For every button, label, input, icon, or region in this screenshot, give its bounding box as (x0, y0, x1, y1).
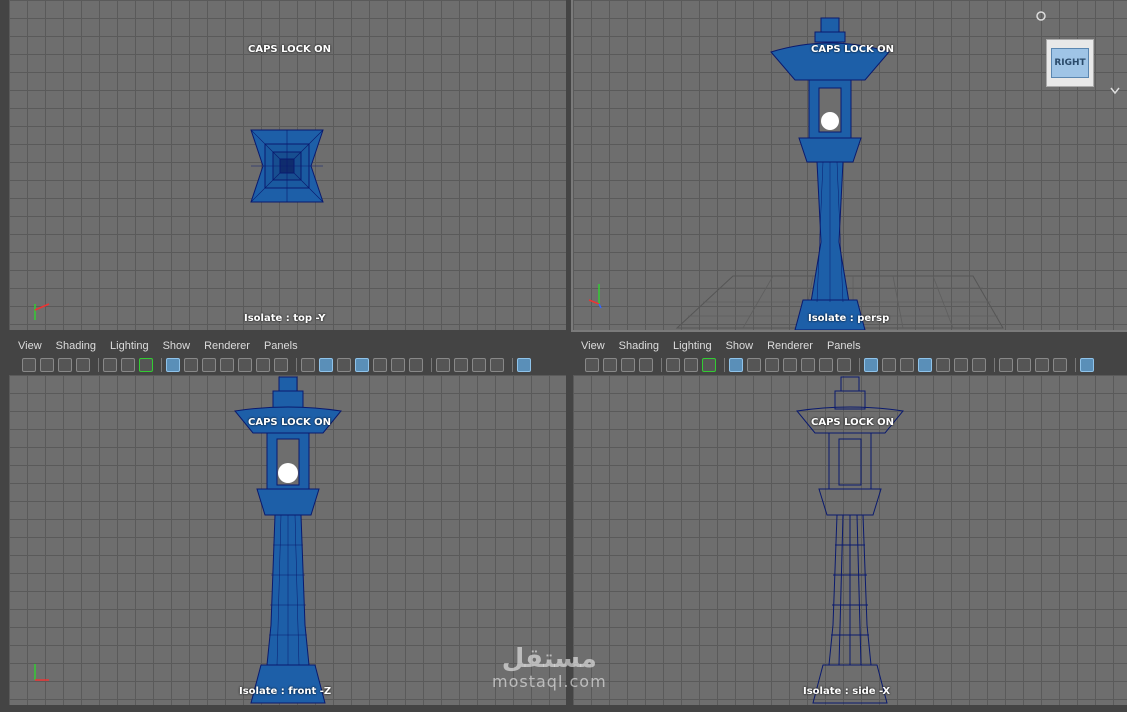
viewport-side[interactable]: CAPS LOCK ON Isolate : side -X (573, 375, 1127, 705)
default-material-icon[interactable] (337, 358, 351, 372)
caps-lock-indicator: CAPS LOCK ON (811, 44, 895, 55)
menu-view[interactable]: View (18, 340, 42, 352)
viewport-persp[interactable]: CAPS LOCK ON Isolate : persp (571, 0, 1127, 332)
camera-attributes-icon[interactable] (58, 358, 72, 372)
axis-gizmo (34, 303, 50, 320)
wireframe-on-shaded-icon[interactable] (918, 358, 932, 372)
textured-icon[interactable] (936, 358, 950, 372)
field-chart-icon[interactable] (238, 358, 252, 372)
camera-lock-icon[interactable] (603, 358, 617, 372)
menu-lighting[interactable]: Lighting (110, 340, 149, 352)
view-cube-face: RIGHT (1051, 48, 1089, 78)
caps-lock-indicator: CAPS LOCK ON (248, 417, 332, 428)
film-gate-icon[interactable] (747, 358, 761, 372)
menu-renderer[interactable]: Renderer (767, 340, 813, 352)
grease-pencil-icon[interactable] (702, 358, 716, 372)
menu-show[interactable]: Show (163, 340, 191, 352)
safe-action-icon[interactable] (256, 358, 270, 372)
panel-menu-bar: View Shading Lighting Show Renderer Pane… (18, 336, 566, 356)
watermark: مستقل mostaql.com (492, 645, 607, 691)
camera-attributes-icon[interactable] (621, 358, 635, 372)
isolate-label: Isolate : side -X (803, 686, 891, 697)
caps-lock-indicator: CAPS LOCK ON (811, 417, 895, 428)
watermark-latin: mostaql.com (492, 672, 607, 691)
safe-title-icon[interactable] (837, 358, 851, 372)
panel-menu-bar: View Shading Lighting Show Renderer Pane… (581, 336, 1127, 356)
panel-toolbar (22, 356, 566, 374)
camera-icon[interactable] (22, 358, 36, 372)
camera-lock-icon[interactable] (40, 358, 54, 372)
watermark-arabic: مستقل (501, 644, 597, 674)
resolution-gate-icon[interactable] (202, 358, 216, 372)
caps-lock-indicator: CAPS LOCK ON (248, 44, 332, 55)
isolate-select-icon[interactable] (1080, 358, 1094, 372)
isolate-label: Isolate : top -Y (244, 313, 326, 324)
isolate-label: Isolate : front -Z (239, 686, 332, 697)
resolution-gate-icon[interactable] (765, 358, 779, 372)
menu-panels[interactable]: Panels (827, 340, 861, 352)
bookmark-icon[interactable] (76, 358, 90, 372)
image-plane-icon[interactable] (666, 358, 680, 372)
gate-mask-icon[interactable] (220, 358, 234, 372)
wireframe-icon[interactable] (301, 358, 315, 372)
grid-icon[interactable] (729, 358, 743, 372)
two-d-pan-icon[interactable] (684, 358, 698, 372)
anti-aliasing-icon[interactable] (1035, 358, 1049, 372)
menu-renderer[interactable]: Renderer (204, 340, 250, 352)
motion-blur-icon[interactable] (454, 358, 468, 372)
isolate-label: Isolate : persp (808, 313, 890, 324)
grid-icon[interactable] (166, 358, 180, 372)
home-icon[interactable] (1035, 10, 1047, 22)
smooth-shade-icon[interactable] (882, 358, 896, 372)
menu-lighting[interactable]: Lighting (673, 340, 712, 352)
viewport-front[interactable]: CAPS LOCK ON Isolate : front -Z (9, 375, 566, 705)
menu-shading[interactable]: Shading (56, 340, 96, 352)
depth-of-field-icon[interactable] (490, 358, 504, 372)
grease-pencil-icon[interactable] (139, 358, 153, 372)
viewport-top[interactable]: CAPS LOCK ON Isolate : top -Y (9, 0, 566, 330)
view-cube[interactable]: RIGHT (1046, 39, 1094, 87)
camera-icon[interactable] (585, 358, 599, 372)
menu-panels[interactable]: Panels (264, 340, 298, 352)
image-plane-icon[interactable] (103, 358, 117, 372)
depth-of-field-icon[interactable] (1053, 358, 1067, 372)
motion-blur-icon[interactable] (1017, 358, 1031, 372)
bookmark-icon[interactable] (639, 358, 653, 372)
default-material-icon[interactable] (900, 358, 914, 372)
two-d-pan-icon[interactable] (121, 358, 135, 372)
film-gate-icon[interactable] (184, 358, 198, 372)
axis-gizmo (34, 664, 49, 681)
textured-icon[interactable] (373, 358, 387, 372)
lantern-persp (770, 17, 890, 330)
menu-view[interactable]: View (581, 340, 605, 352)
safe-action-icon[interactable] (819, 358, 833, 372)
safe-title-icon[interactable] (274, 358, 288, 372)
panel-toolbar (585, 356, 1127, 374)
menu-shading[interactable]: Shading (619, 340, 659, 352)
chevron-down-icon[interactable] (1109, 86, 1121, 96)
ambient-occlusion-icon[interactable] (436, 358, 450, 372)
smooth-shade-icon[interactable] (319, 358, 333, 372)
gate-mask-icon[interactable] (783, 358, 797, 372)
menu-show[interactable]: Show (726, 340, 754, 352)
lantern-top-view (250, 129, 324, 203)
wireframe-on-shaded-icon[interactable] (355, 358, 369, 372)
isolate-select-icon[interactable] (517, 358, 531, 372)
shadows-icon[interactable] (972, 358, 986, 372)
wireframe-icon[interactable] (864, 358, 878, 372)
field-chart-icon[interactable] (801, 358, 815, 372)
lights-icon[interactable] (954, 358, 968, 372)
lights-icon[interactable] (391, 358, 405, 372)
axis-gizmo (588, 284, 602, 309)
shadows-icon[interactable] (409, 358, 423, 372)
ambient-occlusion-icon[interactable] (999, 358, 1013, 372)
anti-aliasing-icon[interactable] (472, 358, 486, 372)
